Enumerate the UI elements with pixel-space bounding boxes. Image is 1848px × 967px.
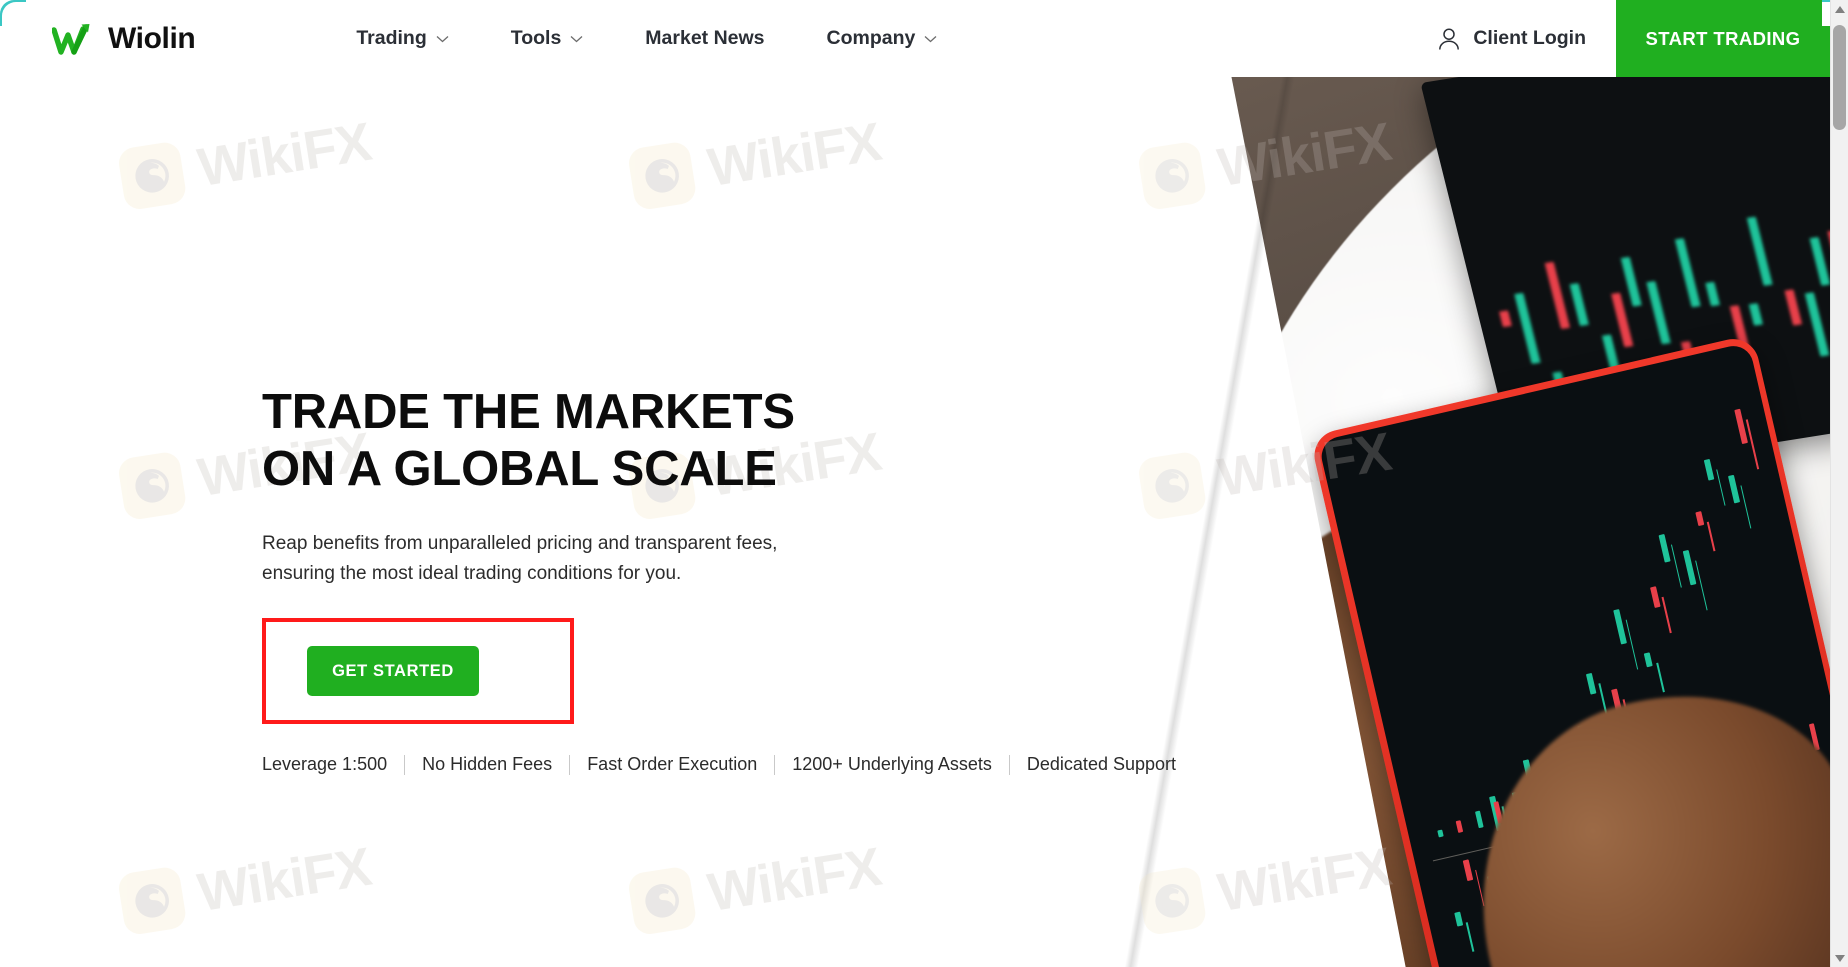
watermark: WikiFX [116,836,375,937]
chevron-down-icon [570,35,583,42]
logo[interactable]: Wiolin [0,0,196,77]
scrollbar-thumb[interactable] [1833,25,1846,130]
page-root: WikiFX WikiFX WikiFX WikiFX WikiFX WikiF… [0,0,1848,967]
watermark-text: WikiFX [703,836,885,924]
watermark-text: WikiFX [193,836,375,924]
watermark-text: WikiFX [703,111,885,199]
wikifx-lion-icon [116,450,188,522]
nav-label: Company [826,27,916,49]
scroll-up-arrow-icon[interactable] [1831,0,1848,18]
wikifx-lion-icon [626,140,698,212]
feature-item: No Hidden Fees [422,754,553,775]
start-trading-button[interactable]: START TRADING [1616,0,1830,77]
watermark-text: WikiFX [193,111,375,199]
nav-item-market-news[interactable]: Market News [614,0,795,77]
user-icon [1439,27,1460,50]
hero-subtitle: Reap benefits from unparalleled pricing … [262,529,1193,591]
feature-item: Fast Order Execution [587,754,758,775]
feature-item: 1200+ Underlying Assets [792,754,992,775]
nav-item-trading[interactable]: Trading [325,0,479,77]
wikifx-lion-icon [626,865,698,937]
feature-item: Leverage 1:500 [262,754,388,775]
feature-item: Dedicated Support [1026,754,1177,775]
hero-title-line-2: ON A GLOBAL SCALE [262,442,777,497]
nav-item-tools[interactable]: Tools [480,0,615,77]
wikifx-lion-icon [116,140,188,212]
hero-title-line-1: TRADE THE MARKETS [262,385,795,439]
nav-label: Trading [356,27,427,49]
nav-label: Market News [645,27,765,49]
watermark: WikiFX [626,111,885,212]
header-actions: Client Login START TRADING [1408,0,1830,77]
nav-item-company[interactable]: Company [796,0,969,77]
vertical-scrollbar[interactable] [1830,0,1848,967]
chevron-down-icon [436,35,449,42]
wikifx-lion-icon [116,865,188,937]
wiolin-arrow-logo-icon [52,23,90,55]
scroll-down-arrow-icon[interactable] [1831,949,1848,967]
site-header: Wiolin Trading Tools Market News Company [0,0,1830,77]
watermark: WikiFX [626,836,885,937]
main-nav: Trading Tools Market News Company [325,0,968,77]
watermark: WikiFX [116,111,375,212]
chevron-down-icon [924,35,937,42]
get-started-button[interactable]: GET STARTED [307,646,479,697]
client-login-button[interactable]: Client Login [1408,0,1616,77]
client-login-label: Client Login [1473,27,1586,49]
nav-label: Tools [510,27,562,49]
hero-subtitle-line-1: Reap benefits from unparalleled pricing … [262,532,778,554]
logo-text: Wiolin [108,21,196,55]
feature-list: Leverage 1:500 No Hidden Fees Fast Order… [262,754,1193,775]
hero-subtitle-line-2: ensuring the most ideal trading conditio… [262,563,682,585]
cta-area: GET STARTED [262,618,574,725]
hero-content: TRADE THE MARKETS ON A GLOBAL SCALE Reap… [262,384,1193,775]
